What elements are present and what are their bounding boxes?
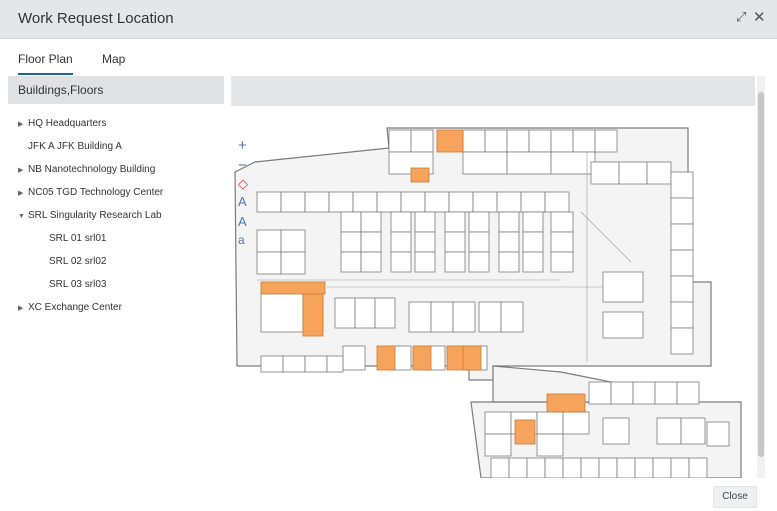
- dialog-titlebar: Work Request Location ⤢ ✕: [0, 0, 777, 39]
- room-grid-top: [388, 129, 618, 175]
- caret-down-icon[interactable]: ▼: [18, 209, 28, 225]
- tab-bar: Floor Plan Map: [0, 38, 777, 76]
- tree-item-nb[interactable]: ▶ NB Nanotechnology Building: [18, 162, 155, 178]
- floor-plan-svg: [234, 127, 742, 478]
- tree-item-hq[interactable]: ▶ HQ Headquarters: [18, 116, 106, 132]
- caret-right-icon[interactable]: ▶: [18, 186, 28, 202]
- tree-item-xc[interactable]: ▶ XC Exchange Center: [18, 300, 122, 316]
- tab-floor-plan[interactable]: Floor Plan: [18, 52, 73, 75]
- floor-plan-drawing[interactable]: [231, 112, 755, 478]
- text-larger-icon[interactable]: A: [238, 194, 247, 210]
- tab-map[interactable]: Map: [102, 52, 125, 73]
- tree-item-srl[interactable]: ▼ SRL Singularity Research Lab: [18, 208, 162, 224]
- tree-item-srl-03[interactable]: SRL 03 srl03: [49, 277, 106, 293]
- tree-item-srl-02[interactable]: SRL 02 srl02: [49, 254, 106, 270]
- tree-item-label: SRL 02 srl02: [49, 256, 107, 267]
- close-icon[interactable]: ✕: [753, 8, 766, 26]
- dialog-title: Work Request Location: [18, 10, 174, 27]
- scrollbar-thumb[interactable]: [758, 92, 764, 457]
- caret-right-icon[interactable]: ▶: [18, 301, 28, 317]
- room-grid-west: [256, 191, 574, 275]
- tree-item-label: SRL Singularity Research Lab: [28, 210, 162, 221]
- tree-item-label: HQ Headquarters: [28, 118, 107, 129]
- tree-item-label: SRL 03 srl03: [49, 279, 107, 290]
- text-smaller-icon[interactable]: a: [238, 232, 245, 248]
- tree-item-label: XC Exchange Center: [28, 302, 122, 313]
- tree-item-nc05[interactable]: ▶ NC05 TGD Technology Center: [18, 185, 163, 201]
- caret-right-icon[interactable]: ▶: [18, 163, 28, 179]
- zoom-in-icon[interactable]: +: [238, 138, 247, 154]
- expand-icon[interactable]: ⤢: [736, 9, 746, 25]
- buildings-floors-header: Buildings,Floors: [8, 76, 224, 104]
- tree-item-label: NC05 TGD Technology Center: [28, 187, 164, 198]
- tree-item-jfk-a[interactable]: JFK A JFK Building A: [28, 139, 122, 155]
- tree-item-srl-01[interactable]: SRL 01 srl01: [49, 231, 106, 247]
- reset-view-icon[interactable]: ◇: [238, 176, 248, 192]
- buildings-floors-label: Buildings,Floors: [18, 83, 104, 97]
- tree-item-label: SRL 01 srl01: [49, 233, 107, 244]
- zoom-out-icon[interactable]: −: [238, 158, 247, 174]
- tree-item-label: JFK A JFK Building A: [28, 141, 122, 152]
- caret-right-icon[interactable]: ▶: [18, 117, 28, 133]
- tree-item-label: NB Nanotechnology Building: [28, 164, 156, 175]
- floor-plan-header: [231, 76, 755, 106]
- text-smaller-icon[interactable]: A: [238, 214, 247, 230]
- close-button[interactable]: Close: [713, 486, 757, 508]
